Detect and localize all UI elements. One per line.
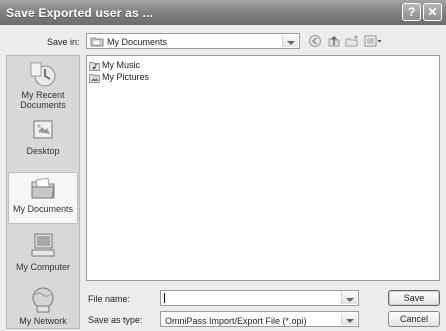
sidebar-item-label: My Network [19, 316, 67, 326]
recent-documents-icon [30, 62, 56, 87]
up-folder-icon[interactable] [327, 34, 341, 48]
sidebar-item-my-computer[interactable]: My Computer [8, 232, 78, 272]
title-bar: Save Exported user as ... ? ✕ [0, 0, 446, 25]
text-cursor [164, 293, 165, 303]
save-button[interactable]: Save [388, 290, 440, 306]
chevron-down-icon[interactable] [341, 313, 357, 325]
file-name-label: File name: [88, 294, 131, 304]
my-network-icon [32, 287, 54, 313]
places-bar: My Recent Documents Desktop My Documents… [6, 55, 80, 329]
sidebar-item-label: My Computer [15, 262, 70, 272]
list-item[interactable]: My Pictures [89, 71, 149, 83]
new-folder-icon[interactable] [345, 34, 360, 48]
save-as-type-label: Save as type: [88, 315, 143, 325]
sidebar-item-my-network[interactable]: My Network [8, 286, 78, 326]
list-item[interactable]: My Music [89, 59, 140, 71]
sidebar-item-desktop[interactable]: Desktop [8, 118, 78, 156]
help-button[interactable]: ? [402, 3, 421, 21]
dialog-title: Save Exported user as ... [6, 6, 154, 20]
my-documents-folder-icon [90, 37, 104, 47]
save-in-value: My Documents [107, 37, 168, 47]
chevron-down-icon[interactable] [282, 35, 298, 47]
save-as-type-value: OmniPass Import/Export File (*.opi) [165, 316, 307, 326]
back-icon[interactable] [308, 34, 322, 48]
file-name: My Music [102, 60, 140, 70]
music-folder-icon [89, 61, 100, 71]
sidebar-item-my-documents[interactable]: My Documents [8, 172, 78, 224]
file-name-field[interactable] [160, 290, 359, 306]
save-in-dropdown[interactable]: My Documents [86, 33, 300, 49]
save-as-type-dropdown[interactable]: OmniPass Import/Export File (*.opi) [160, 311, 359, 327]
cancel-button[interactable]: Cancel [388, 311, 440, 327]
desktop-icon [33, 120, 53, 139]
sidebar-item-label: Desktop [26, 146, 60, 156]
my-documents-icon [31, 177, 55, 199]
sidebar-item-label: My Recent Documents [20, 90, 66, 110]
my-computer-icon [31, 233, 55, 257]
sidebar-item-recent-documents[interactable]: My Recent Documents [8, 60, 78, 110]
pictures-folder-icon [89, 73, 100, 83]
file-name: My Pictures [102, 72, 150, 82]
chevron-down-icon[interactable] [341, 292, 357, 304]
file-list[interactable]: My Music My Pictures [86, 55, 440, 281]
views-menu-icon[interactable] [364, 34, 382, 48]
save-in-label: Save in: [47, 37, 80, 47]
close-button[interactable]: ✕ [423, 3, 442, 21]
sidebar-item-label: My Documents [12, 204, 74, 214]
